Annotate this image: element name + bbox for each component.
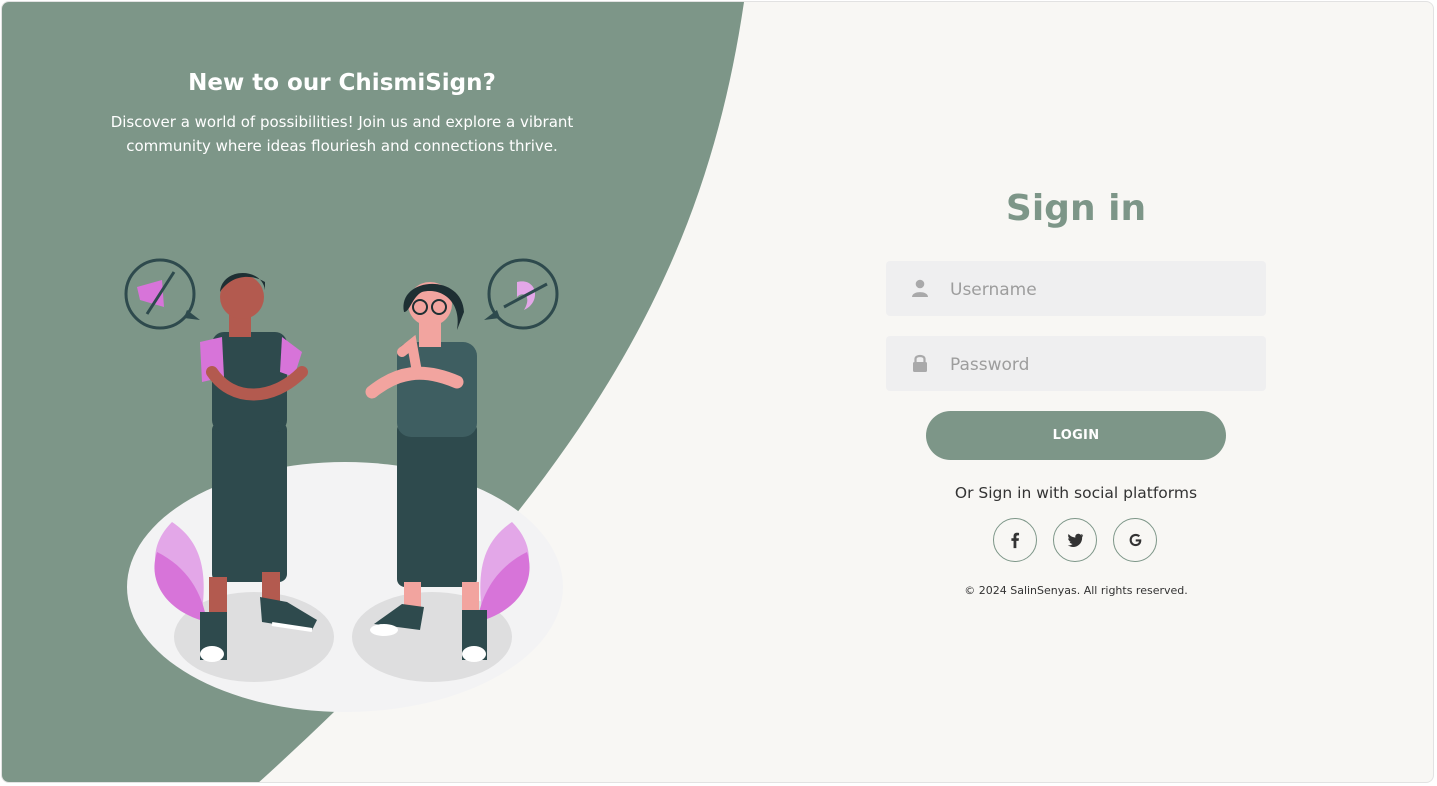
facebook-icon <box>1011 532 1020 549</box>
promo-title: New to our ChismiSign? <box>188 70 496 96</box>
google-icon <box>1129 533 1142 547</box>
signin-title: Sign in <box>1005 188 1147 229</box>
username-field[interactable] <box>886 261 1266 318</box>
twitter-icon <box>1067 533 1084 547</box>
copyright-text: © 2024 SalinSenyas. All rights reserved. <box>964 584 1188 597</box>
password-input[interactable] <box>948 336 1252 393</box>
sign-language-illustration <box>124 258 563 712</box>
google-button[interactable] <box>1113 518 1157 562</box>
login-button[interactable]: LOGIN <box>926 411 1226 460</box>
username-input[interactable] <box>948 261 1252 318</box>
facebook-button[interactable] <box>993 518 1037 562</box>
login-page: New to our ChismiSign? Discover a world … <box>1 1 1434 783</box>
promo-text: Discover a world of possibilities! Join … <box>110 113 574 155</box>
lock-icon <box>913 354 927 372</box>
user-icon <box>912 279 928 297</box>
password-field[interactable] <box>886 336 1266 393</box>
social-signin-text: Or Sign in with social platforms <box>954 484 1198 502</box>
twitter-button[interactable] <box>1053 518 1097 562</box>
